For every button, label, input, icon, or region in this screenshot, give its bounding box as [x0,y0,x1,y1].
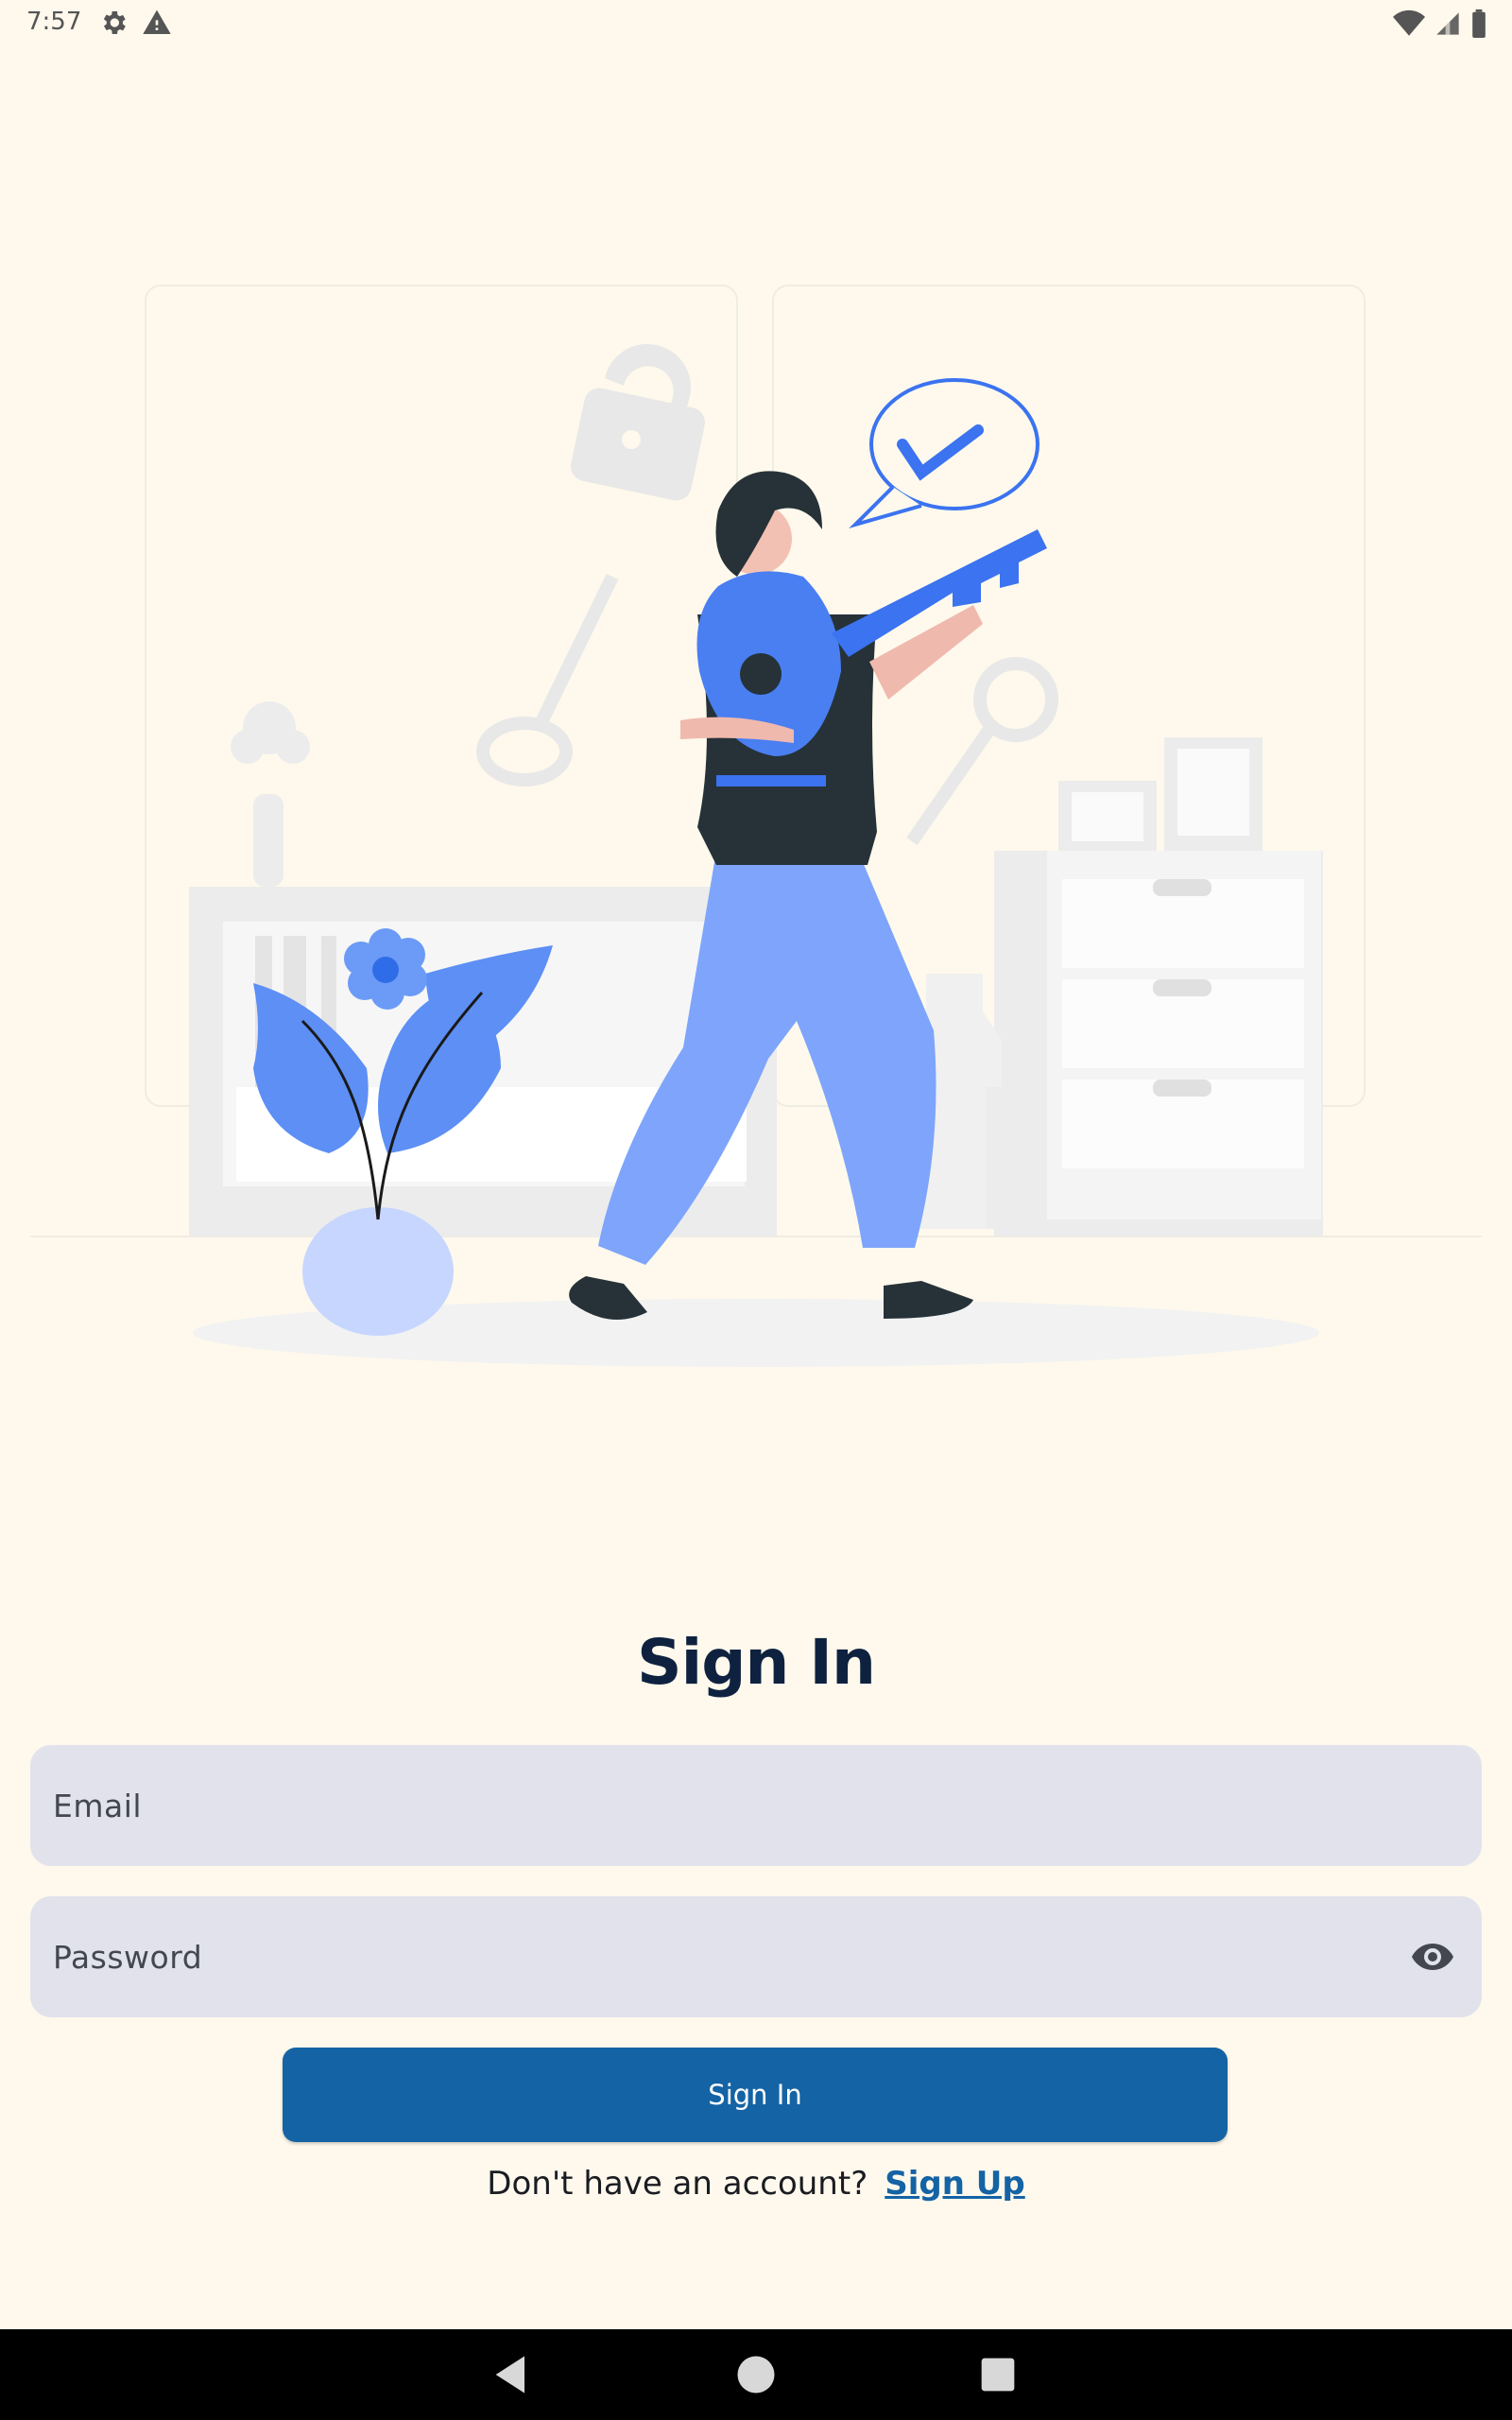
recents-icon[interactable] [973,2350,1022,2399]
status-time: 7:57 [26,8,82,36]
wifi-icon [1393,9,1425,42]
battery-icon [1470,9,1487,42]
sign-up-link[interactable]: Sign Up [885,2165,1024,2203]
settings-icon [98,8,129,42]
back-icon[interactable] [488,2350,537,2399]
signup-row: Don't have an account? Sign Up [0,2165,1512,2203]
status-bar: 7:57 [0,0,1512,49]
email-field[interactable]: Email [30,1745,1482,1866]
signal-icon [1435,10,1461,41]
page-title: Sign In [637,1626,876,1699]
navigation-bar [0,2329,1512,2420]
home-icon[interactable] [731,2350,781,2399]
password-field[interactable]: Password [30,1896,1482,2017]
email-placeholder: Email [53,1787,143,1824]
sign-in-button[interactable]: Sign In [283,2048,1228,2142]
key-illustration [0,265,1512,1399]
warning-icon [142,8,172,42]
password-placeholder: Password [53,1938,203,1976]
eye-icon[interactable] [1406,1930,1459,1983]
signup-prompt: Don't have an account? [487,2165,868,2203]
